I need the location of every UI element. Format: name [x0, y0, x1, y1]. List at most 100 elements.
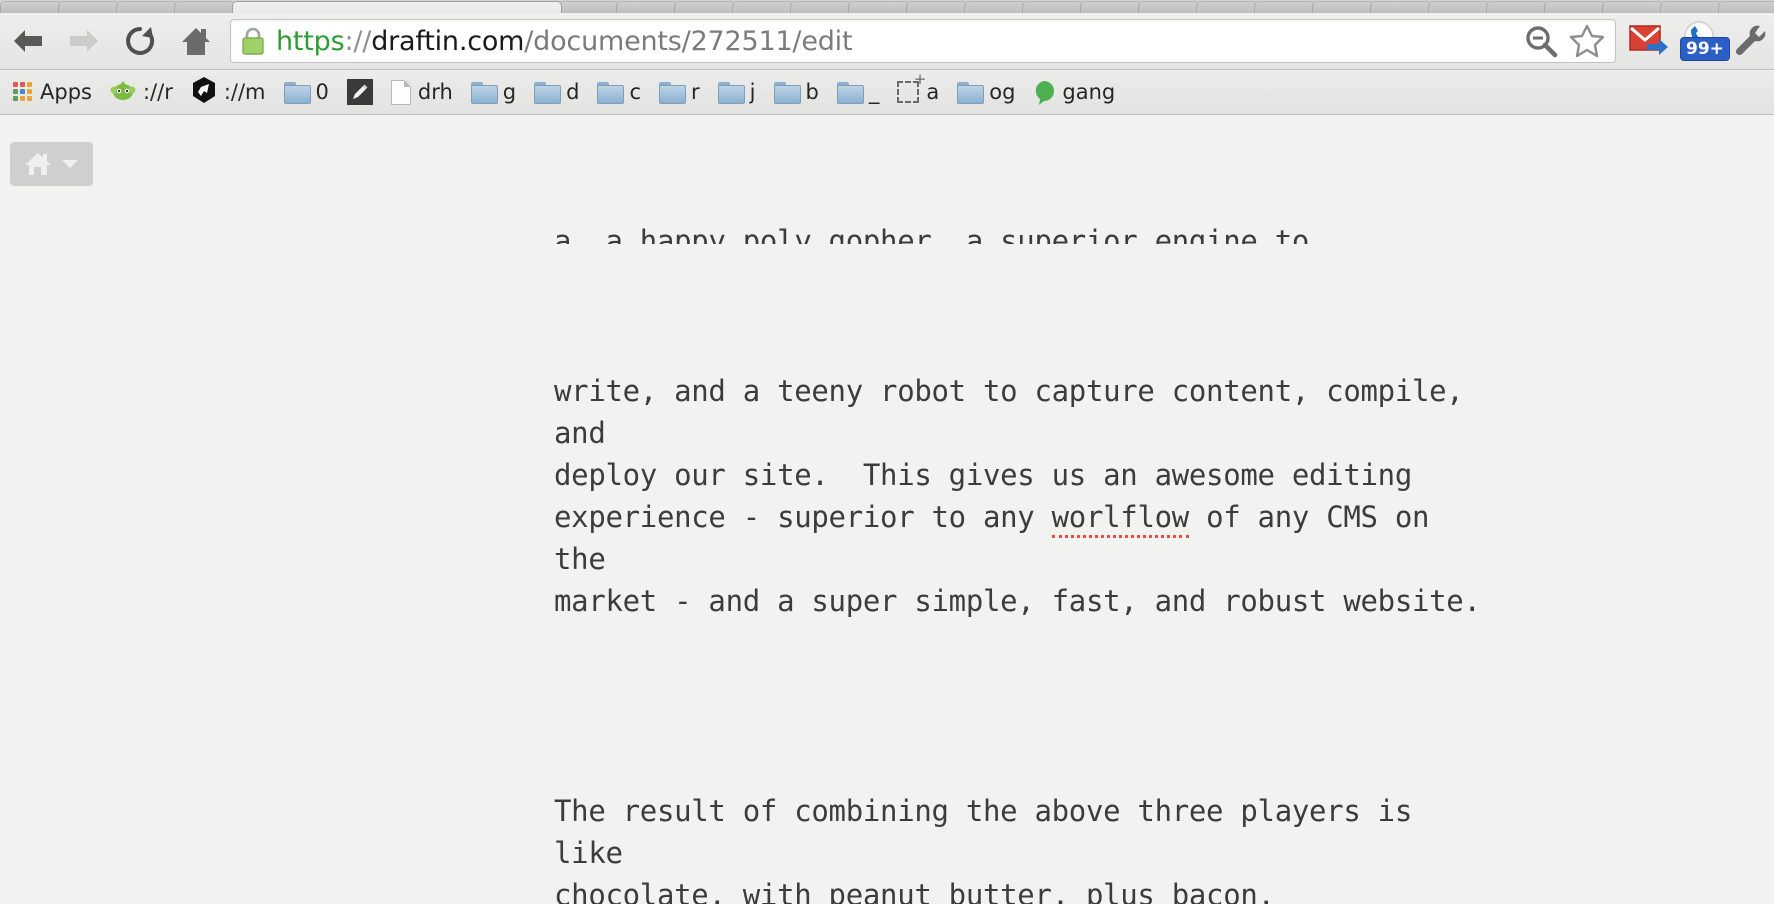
gmail-icon: [1629, 25, 1668, 55]
browser-tab[interactable]: [790, 1, 852, 13]
editor-home-button[interactable]: [10, 142, 93, 186]
p1-line-3a: experience - superior to any: [554, 500, 1052, 534]
home-button[interactable]: [168, 13, 224, 69]
url-text[interactable]: https://draftin.com/documents/272511/edi…: [276, 26, 852, 57]
reload-button[interactable]: [112, 13, 168, 69]
browser-tab[interactable]: [1254, 1, 1316, 13]
folder-icon: [534, 82, 562, 104]
bookmark-item[interactable]: c: [588, 73, 650, 111]
zoom-out-icon[interactable]: [1523, 23, 1559, 59]
browser-tab[interactable]: [1718, 1, 1774, 13]
star-icon[interactable]: [1569, 23, 1605, 59]
folder-icon: [597, 82, 625, 104]
bookmark-label: 0: [315, 80, 329, 104]
paragraph-2: The result of combining the above three …: [554, 794, 1412, 904]
phone-badge-count: 99+: [1680, 37, 1730, 61]
bookmark-item[interactable]: og: [948, 73, 1024, 111]
paragraph-1: write, and a teeny robot to capture cont…: [554, 370, 1494, 622]
forward-button[interactable]: [56, 13, 112, 69]
pencil-icon: [346, 79, 373, 105]
browser-tab[interactable]: [732, 1, 794, 13]
bookmark-item[interactable]: ://r: [101, 73, 182, 111]
browser-tab[interactable]: [848, 1, 910, 13]
bookmark-item[interactable]: 0: [275, 73, 338, 111]
bookmark-item[interactable]: d: [525, 73, 588, 111]
bookmark-item[interactable]: drh: [382, 73, 462, 111]
browser-tab[interactable]: [558, 1, 620, 13]
bookmark-item[interactable]: Apps: [4, 73, 101, 111]
address-bar[interactable]: https://draftin.com/documents/272511/edi…: [230, 19, 1616, 63]
misspelled-word[interactable]: worlflow: [1051, 500, 1189, 538]
browser-tab[interactable]: [1196, 1, 1258, 13]
browser-tab[interactable]: [1544, 1, 1606, 13]
phone-extension-button[interactable]: 99+: [1674, 13, 1730, 69]
bookmark-item[interactable]: gang: [1024, 73, 1124, 111]
home-icon: [182, 28, 210, 55]
browser-tab[interactable]: [616, 1, 678, 13]
page-viewport: a, a happy poly gopher, a superior engin…: [0, 116, 1774, 904]
tab-strip[interactable]: [0, 0, 1774, 13]
bookmark-label: b: [805, 80, 819, 104]
browser-tab[interactable]: [1486, 1, 1548, 13]
bookmarks-bar[interactable]: Apps ://r ://m 0 drh g d c r j b _ a og gang: [0, 70, 1774, 115]
forward-arrow-icon: [70, 30, 98, 52]
bookmark-label: ://r: [142, 80, 173, 104]
p1-line-1: write, and a teeny robot to capture cont…: [554, 374, 1481, 450]
bookmark-item[interactable]: [338, 73, 382, 111]
p1-line-4: market - and a super simple, fast, and r…: [554, 584, 1481, 618]
apps-grid-icon: [13, 82, 33, 102]
bookmark-item[interactable]: g: [462, 73, 525, 111]
folder-icon: [836, 82, 864, 104]
chevron-down-icon[interactable]: [61, 158, 79, 170]
bookmark-item[interactable]: r: [650, 73, 709, 111]
browser-tab[interactable]: [174, 1, 236, 13]
bookmark-label: ://m: [223, 80, 266, 104]
browser-tab[interactable]: [1080, 1, 1142, 13]
url-path: /documents/272511/edit: [524, 25, 853, 57]
browser-tab[interactable]: [674, 1, 736, 13]
browser-tab[interactable]: [1428, 1, 1490, 13]
browser-window: https://draftin.com/documents/272511/edi…: [0, 0, 1774, 904]
bookmark-label: og: [989, 80, 1016, 104]
folder-icon: [283, 82, 311, 104]
clipped-paragraph: a, a happy poly gopher, a superior engin…: [554, 220, 1494, 244]
browser-tab[interactable]: [1022, 1, 1084, 13]
bookmark-item[interactable]: a: [888, 70, 948, 111]
document-icon: [390, 79, 411, 105]
chrome-menu-button[interactable]: [1724, 13, 1774, 69]
bookmark-item[interactable]: b: [765, 73, 828, 111]
browser-tab[interactable]: [116, 1, 178, 13]
browser-tab[interactable]: [964, 1, 1026, 13]
browser-tab[interactable]: [1660, 1, 1722, 13]
url-host: draftin.com: [371, 25, 525, 57]
green-drop-icon: [1033, 80, 1055, 105]
bookmark-item[interactable]: _: [828, 73, 889, 111]
unicorn-icon: [191, 77, 217, 107]
url-scheme: https: [276, 25, 345, 57]
browser-tab[interactable]: [1370, 1, 1432, 13]
bookmark-label: r: [691, 80, 700, 104]
bookmark-item[interactable]: ://m: [182, 73, 275, 111]
gmail-extension-button[interactable]: [1624, 13, 1674, 69]
browser-tab[interactable]: [58, 1, 120, 13]
folder-icon: [773, 82, 801, 104]
browser-tab[interactable]: [1138, 1, 1200, 13]
bookmark-label: j: [749, 80, 756, 104]
browser-tab[interactable]: [1312, 1, 1374, 13]
back-button[interactable]: [0, 13, 56, 69]
lock-icon[interactable]: [241, 27, 265, 55]
browser-tab[interactable]: [0, 1, 62, 13]
folder-icon: [470, 82, 498, 104]
reload-icon: [126, 27, 155, 55]
document-editor-text[interactable]: a, a happy poly gopher, a superior engin…: [554, 116, 1494, 904]
home-icon: [25, 153, 51, 175]
browser-tab-active[interactable]: [232, 1, 562, 13]
browser-tab[interactable]: [906, 1, 968, 13]
browser-tab[interactable]: [1602, 1, 1664, 13]
bookmark-label: d: [566, 80, 580, 104]
reddit-alien-icon: [110, 78, 136, 106]
url-separator: ://: [344, 25, 372, 57]
bookmark-item[interactable]: j: [709, 73, 765, 111]
dashed-square-icon: [897, 70, 926, 103]
bookmark-label: _: [868, 80, 880, 104]
